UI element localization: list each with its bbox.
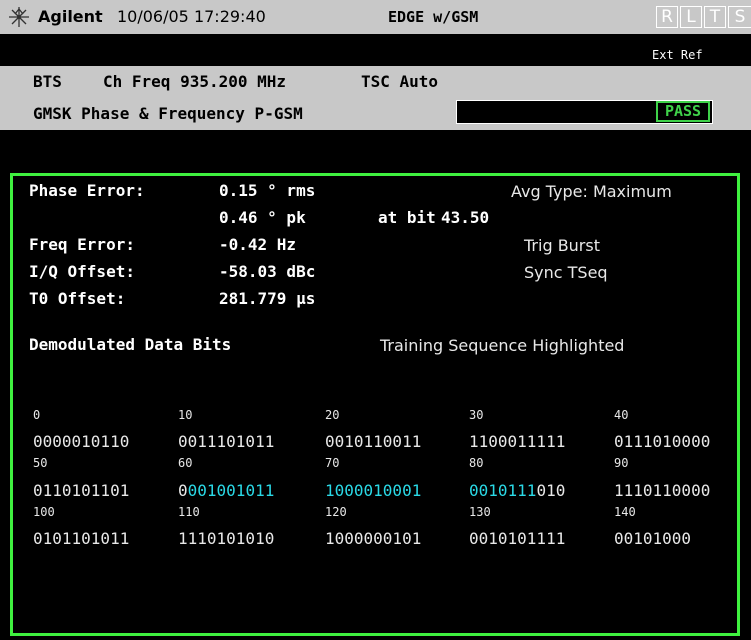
- agilent-spark-icon: [9, 7, 29, 27]
- training-sequence-bits: 0010111: [469, 481, 537, 500]
- pass-badge: PASS: [656, 101, 710, 122]
- bit-index: 140: [614, 505, 636, 519]
- at-bit-label: at bit: [378, 208, 436, 227]
- iq-offset-value: -58.03 dBc: [219, 262, 316, 281]
- bit-group: 1000000101: [325, 529, 422, 548]
- bit-segment: 0: [178, 481, 188, 500]
- bit-index: 20: [325, 408, 340, 422]
- avg-type: Avg Type: Maximum: [511, 182, 672, 201]
- phase-error-peak: 0.46 ° pk: [219, 208, 306, 227]
- demod-bits-title: Demodulated Data Bits: [29, 335, 232, 354]
- phase-error-rms: 0.15 ° rms: [219, 181, 316, 200]
- tsc-setting: TSC Auto: [361, 72, 439, 91]
- bit-group: 00101000: [614, 529, 692, 548]
- status-bar: [0, 34, 751, 66]
- phase-error-label: Phase Error:: [29, 181, 145, 200]
- training-sequence-bits: 1000010001: [325, 481, 422, 500]
- bit-index: 110: [178, 505, 200, 519]
- listen-indicator: L: [680, 6, 702, 28]
- training-sequence-bits: 001001011: [187, 481, 275, 500]
- brand-name: Agilent: [38, 7, 103, 26]
- bit-index: 10: [178, 408, 193, 422]
- iq-offset-label: I/Q Offset:: [29, 262, 135, 281]
- bit-group: 0010110011: [325, 432, 422, 451]
- bit-group: 0101101011: [33, 529, 130, 548]
- freq-error-value: -0.42 Hz: [219, 235, 297, 254]
- title-bar: Agilent 10/06/05 17:29:40 EDGE w/GSM R L…: [0, 0, 751, 34]
- bit-group: 1100011111: [469, 432, 566, 451]
- bit-segment: 010: [536, 481, 566, 500]
- talk-indicator: T: [704, 6, 726, 28]
- ext-ref-status: Ext Ref: [652, 48, 703, 62]
- bit-index: 50: [33, 456, 48, 470]
- measurement-name: GMSK Phase & Frequency P-GSM: [33, 104, 303, 123]
- bit-index: 120: [325, 505, 347, 519]
- training-sequence-note: Training Sequence Highlighted: [380, 336, 625, 355]
- bit-index: 90: [614, 456, 629, 470]
- bit-index: 60: [178, 456, 193, 470]
- bit-group: 0111010000: [614, 432, 711, 451]
- sync-type: Sync TSeq: [524, 263, 608, 282]
- bit-group: 0010111010: [469, 481, 565, 500]
- bit-group: 0010101111: [469, 529, 566, 548]
- device-type: BTS: [33, 72, 62, 91]
- bit-group: 0000010110: [33, 432, 130, 451]
- bit-index: 30: [469, 408, 484, 422]
- mode-title: EDGE w/GSM: [388, 8, 479, 26]
- bit-group: 0001001011: [178, 481, 274, 500]
- t0-offset-value: 281.779 µs: [219, 289, 316, 308]
- bit-index: 70: [325, 456, 340, 470]
- bit-group: 1110110000: [614, 481, 711, 500]
- bit-group: 0110101101: [33, 481, 130, 500]
- remote-indicator: R: [656, 6, 678, 28]
- bit-index: 0: [33, 408, 41, 422]
- bit-group: 1110101010: [178, 529, 275, 548]
- bit-index: 80: [469, 456, 484, 470]
- bit-index: 40: [614, 408, 629, 422]
- date-time: 10/06/05 17:29:40: [117, 7, 266, 26]
- t0-offset-label: T0 Offset:: [29, 289, 126, 308]
- bit-index: 130: [469, 505, 491, 519]
- srq-indicator: S: [728, 6, 751, 28]
- freq-error-label: Freq Error:: [29, 235, 135, 254]
- bit-group: 0011101011: [178, 432, 275, 451]
- at-bit-value: 43.50: [441, 208, 490, 227]
- bit-index: 100: [33, 505, 55, 519]
- channel-frequency: Ch Freq 935.200 MHz: [103, 72, 287, 91]
- trigger-source: Trig Burst: [524, 236, 600, 255]
